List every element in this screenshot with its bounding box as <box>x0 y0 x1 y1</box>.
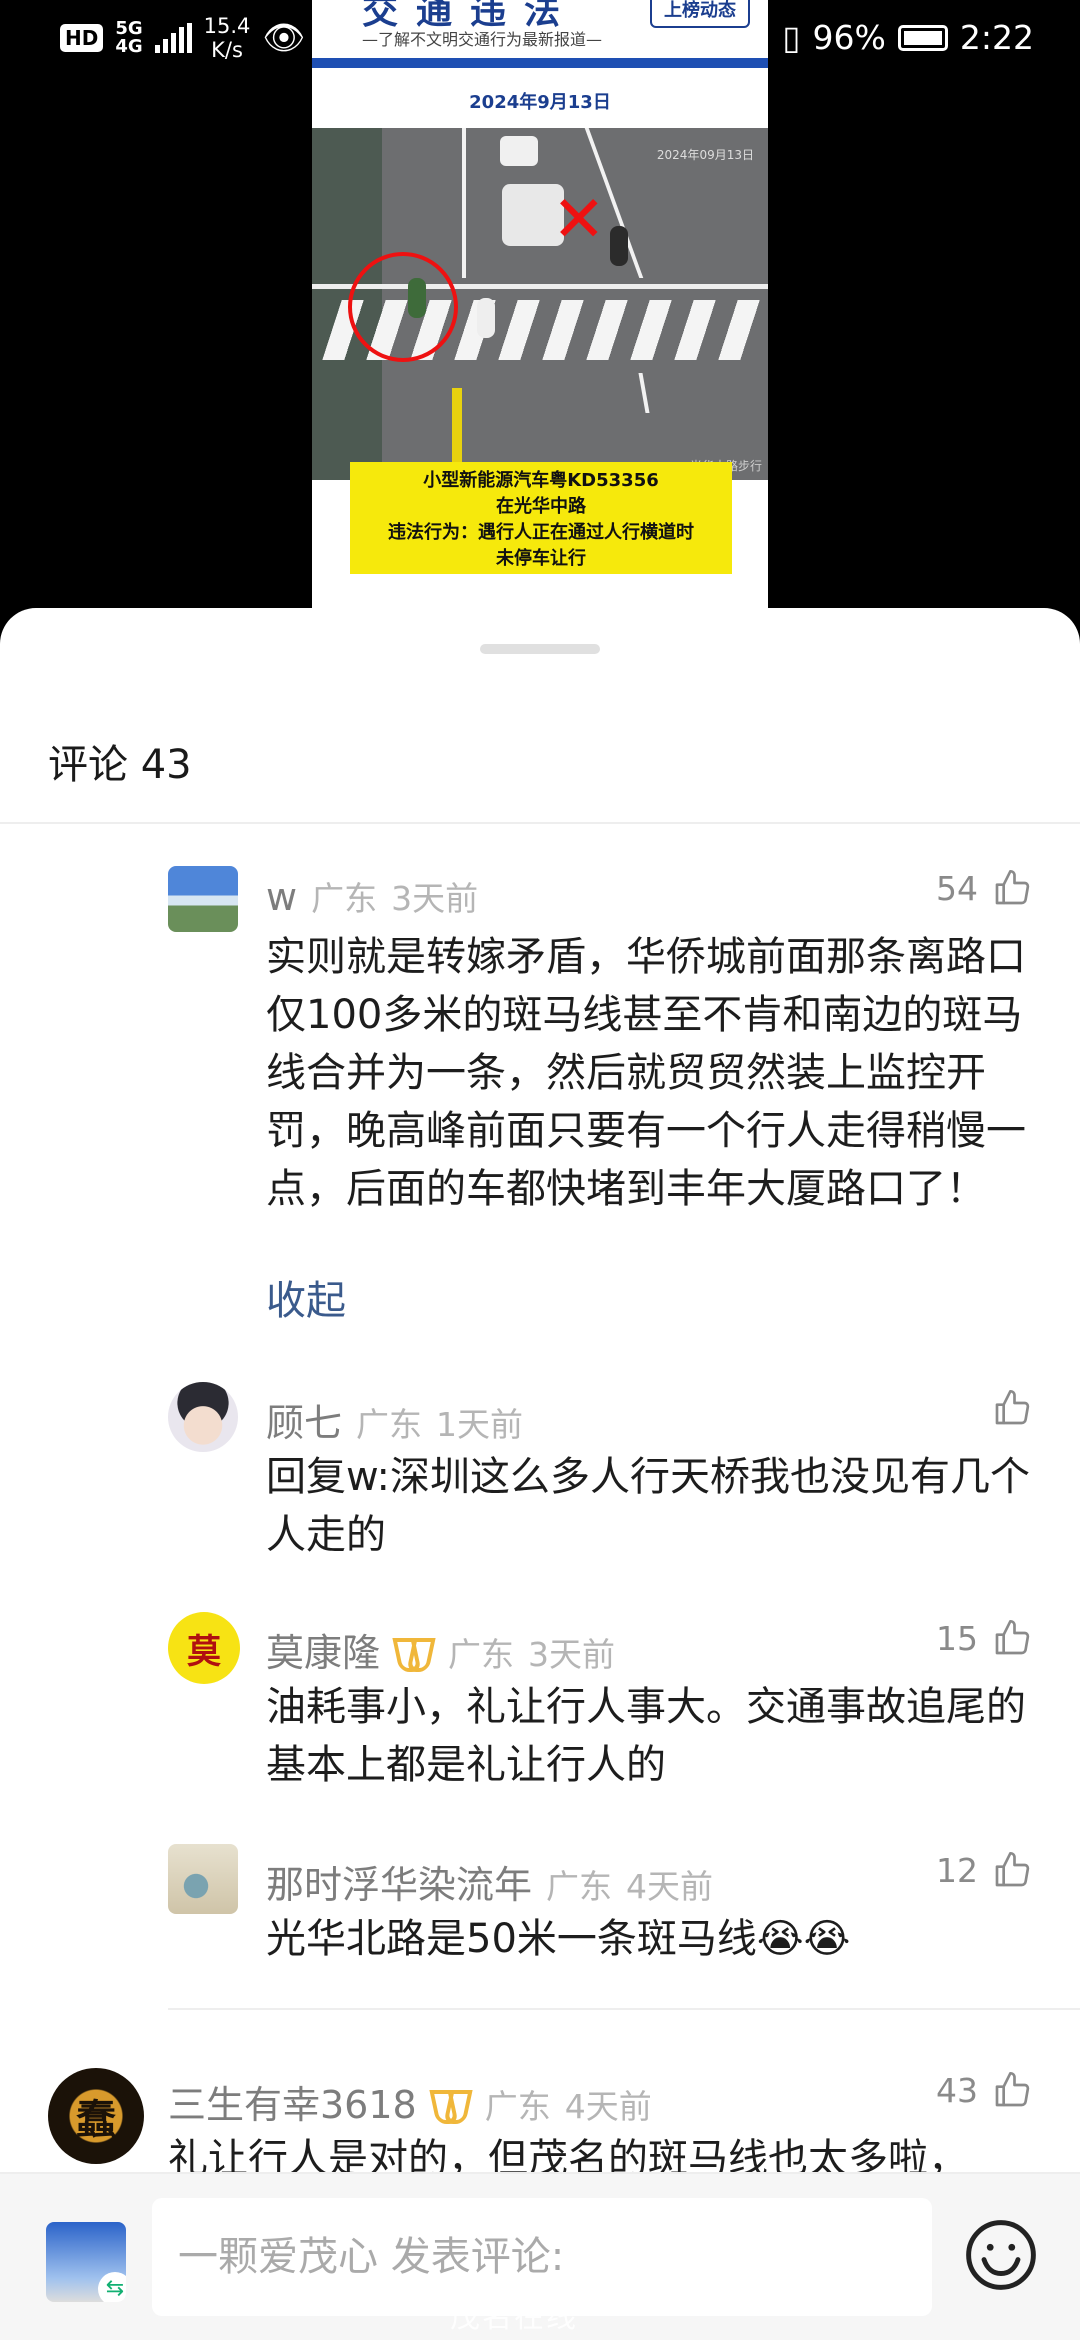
thumbs-up-icon <box>995 1390 1030 1425</box>
comment-text: 油耗事小，礼让行人事大。交通事故追尾的基本上都是礼让行人的 <box>266 1684 1026 1788</box>
like-count: 15 <box>936 1618 978 1658</box>
comment-time: 1天前 <box>436 1405 524 1444</box>
comments-title: 评论 43 <box>48 742 192 788</box>
commenter-name[interactable]: 莫康隆 <box>266 1622 380 1677</box>
collapse-link[interactable]: 收起 <box>266 1268 346 1326</box>
violation-caption: 小型新能源汽车粤KD53356 在光华中路 违法行为：遇行人正在通过人行横道时 … <box>350 462 732 574</box>
eye-comfort-icon: 👁 <box>262 18 306 58</box>
comment-time: 4天前 <box>626 1867 714 1906</box>
like-button[interactable]: 12 <box>936 1850 1032 1890</box>
post-image-date: 2024年9月13日 <box>469 92 611 113</box>
commenter-name[interactable]: 那时浮华染流年 <box>266 1854 532 1909</box>
thumbs-up-icon <box>995 870 1030 905</box>
camera-timestamp: 2024年09月13日 <box>656 148 754 162</box>
motorcycle <box>610 226 628 266</box>
header-stripe <box>312 58 768 68</box>
like-count: 12 <box>936 1850 978 1890</box>
vibrate-icon: ▯ <box>782 18 801 57</box>
like-button[interactable]: 15 <box>936 1618 1032 1658</box>
commenter-location: 广东 <box>546 1867 613 1906</box>
avatar[interactable] <box>168 1844 238 1914</box>
like-button[interactable]: 43 <box>936 2070 1032 2110</box>
medal-icon <box>394 1636 434 1666</box>
comment-time: 4天前 <box>564 2087 652 2126</box>
like-button[interactable] <box>992 1388 1032 1428</box>
commenter-name[interactable]: 三生有幸3618 <box>168 2074 417 2129</box>
comment-text: 实则就是转嫁矛盾，华侨城前面那条离路口仅100多米的斑马线甚至不肯和南边的斑马线… <box>266 934 1026 1212</box>
lane-line <box>462 128 466 278</box>
commenter-name[interactable]: w <box>266 875 297 919</box>
avatar[interactable] <box>168 866 238 932</box>
sheet-drag-handle[interactable] <box>480 644 600 654</box>
network-type: 5G 4G <box>115 18 143 57</box>
thumbs-up-icon <box>995 2072 1030 2107</box>
battery-icon <box>897 24 948 51</box>
comment-text: 回复w:深圳这么多人行天桥我也没见有几个人走的 <box>266 1454 1031 1558</box>
lane-line <box>638 373 650 413</box>
medal-icon <box>431 2088 471 2118</box>
post-image-badge: 上榜动态 <box>650 0 750 28</box>
signal-icon <box>154 23 192 53</box>
traffic-camera-photo: ✕ 2024年09月13日 光华中路步行 <box>312 128 768 480</box>
post-image-subtitle: —了解不文明交通行为最新报道— <box>362 30 603 49</box>
network-speed: 15.4 K/s <box>203 14 251 62</box>
battery-percent: 96% <box>812 18 886 57</box>
commenter-location: 广东 <box>311 879 378 918</box>
hd-badge: HD <box>60 24 104 52</box>
commenter-location: 广东 <box>448 1635 515 1674</box>
avatar[interactable]: 蠢 <box>48 2068 144 2164</box>
emoji-icon[interactable] <box>964 2218 1038 2292</box>
car <box>500 136 538 166</box>
like-count: 43 <box>936 2070 978 2110</box>
thumbs-up-icon <box>995 1620 1030 1655</box>
account-avatar[interactable]: ⇆ <box>46 2222 126 2302</box>
scooter <box>477 298 495 338</box>
switch-account-icon[interactable]: ⇆ <box>98 2272 126 2302</box>
divider <box>0 822 1080 824</box>
violation-x-icon: ✕ <box>552 183 606 257</box>
post-image[interactable]: 交通违法 —了解不文明交通行为最新报道— 上榜动态 2024年9月13日 ✕ 2… <box>312 0 768 610</box>
highlight-circle <box>348 252 458 362</box>
commenter-location: 广东 <box>484 2087 551 2126</box>
comments-sheet: 评论 43 w 广东 3天前 54 实则就是转嫁矛盾，华侨城前面那条离路口仅10… <box>0 608 1080 2340</box>
commenter-name[interactable]: 顾七 <box>266 1392 342 1447</box>
avatar[interactable] <box>168 1382 238 1452</box>
avatar[interactable]: 莫 <box>168 1612 240 1684</box>
comment-time: 3天前 <box>391 879 479 918</box>
comment-text: 光华北路是50米一条斑马线😭😭 <box>266 1916 851 1962</box>
commenter-location: 广东 <box>356 1405 423 1444</box>
like-button[interactable]: 54 <box>936 868 1032 908</box>
watermark: 茂名在线 <box>450 2300 578 2335</box>
like-count: 54 <box>936 868 978 908</box>
clock: 2:22 <box>959 18 1034 57</box>
comment-time: 3天前 <box>528 1635 616 1674</box>
thumbs-up-icon <box>995 1852 1030 1887</box>
divider <box>168 2008 1080 2010</box>
